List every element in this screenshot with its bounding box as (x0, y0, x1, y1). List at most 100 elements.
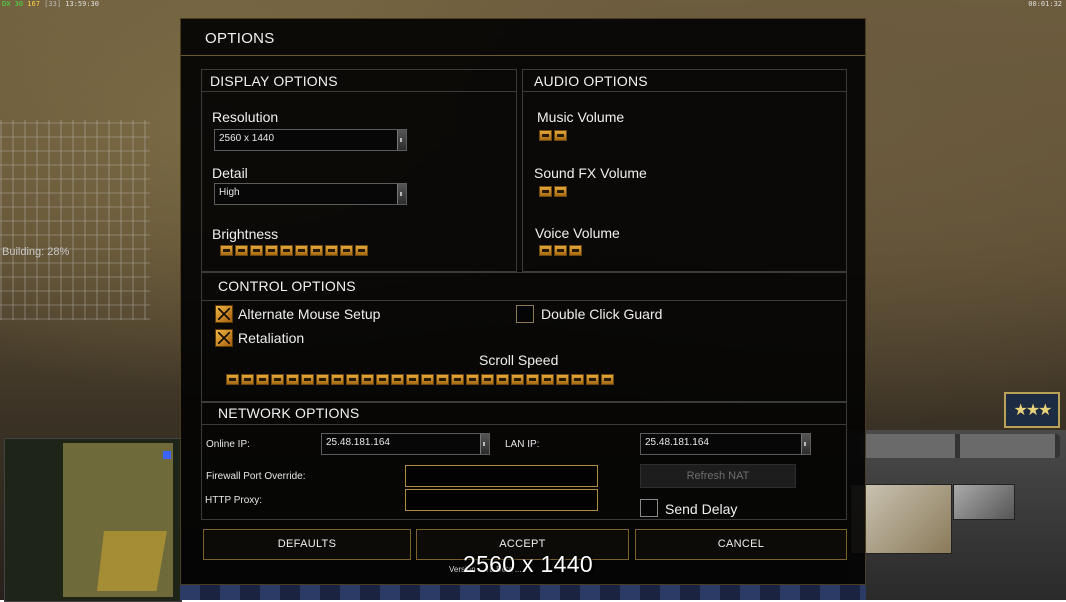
slider-segment[interactable] (481, 374, 494, 385)
slider-segment[interactable] (556, 374, 569, 385)
slider-segment[interactable] (539, 245, 552, 256)
slider-segment[interactable] (541, 374, 554, 385)
slider-segment[interactable] (361, 374, 374, 385)
defaults-button[interactable]: DEFAULTS (203, 529, 411, 560)
slider-segment[interactable] (325, 245, 338, 256)
slider-segment[interactable] (451, 374, 464, 385)
slider-segment[interactable] (554, 186, 567, 197)
building-scaffold (0, 120, 150, 320)
slider-segment[interactable] (220, 245, 233, 256)
sfx-volume-label: Sound FX Volume (534, 165, 647, 181)
slider-segment[interactable] (286, 374, 299, 385)
slider-segment[interactable] (586, 374, 599, 385)
brightness-slider[interactable] (220, 245, 370, 257)
slider-segment[interactable] (436, 374, 449, 385)
alt-mouse-checkbox[interactable] (215, 305, 233, 323)
fps-counter: DX 30 167 [33] 13:59:30 (2, 0, 99, 8)
slider-segment[interactable] (355, 245, 368, 256)
cancel-button[interactable]: CANCEL (635, 529, 847, 560)
general-rank-icon[interactable]: ★★★ (1004, 392, 1060, 428)
brightness-label: Brightness (212, 226, 279, 242)
send-delay-label[interactable]: Send Delay (665, 501, 737, 517)
slider-segment[interactable] (331, 374, 344, 385)
slider-segment[interactable] (271, 374, 284, 385)
retaliation-checkbox[interactable] (215, 329, 233, 347)
refresh-nat-button[interactable]: Refresh NAT (640, 464, 796, 488)
slider-segment[interactable] (421, 374, 434, 385)
send-delay-checkbox[interactable] (640, 499, 658, 517)
slider-segment[interactable] (571, 374, 584, 385)
online-ip-label: Online IP: (206, 439, 250, 450)
audio-options-header: AUDIO OPTIONS (523, 70, 846, 92)
slider-segment[interactable] (265, 245, 278, 256)
online-ip-dropdown[interactable]: 25.48.181.164 (321, 433, 490, 455)
resolution-dropdown[interactable]: 2560 x 1440 (214, 129, 407, 151)
slider-segment[interactable] (226, 374, 239, 385)
detail-label: Detail (212, 165, 248, 181)
music-volume-label: Music Volume (537, 109, 625, 125)
lan-ip-label: LAN IP: (505, 439, 540, 450)
slider-segment[interactable] (316, 374, 329, 385)
http-proxy-input[interactable] (405, 489, 598, 511)
double-click-guard-checkbox[interactable] (516, 305, 534, 323)
fps-green: DX 30 (2, 0, 24, 8)
slider-segment[interactable] (406, 374, 419, 385)
firewall-port-input[interactable] (405, 465, 598, 487)
scroll-speed-slider[interactable] (226, 374, 616, 386)
scroll-speed-label: Scroll Speed (479, 352, 559, 368)
slider-segment[interactable] (554, 245, 567, 256)
retaliation-label[interactable]: Retaliation (238, 330, 304, 346)
dropdown-arrow-icon[interactable] (480, 434, 489, 454)
display-options-panel: DISPLAY OPTIONS Resolution 2560 x 1440 D… (201, 69, 517, 272)
firewall-port-label: Firewall Port Override: (206, 471, 306, 482)
double-click-guard-label[interactable]: Double Click Guard (541, 306, 662, 322)
title-divider (181, 55, 865, 56)
slider-segment[interactable] (376, 374, 389, 385)
slider-segment[interactable] (310, 245, 323, 256)
minimap[interactable] (4, 438, 182, 602)
slider-segment[interactable] (301, 374, 314, 385)
music-volume-slider[interactable] (539, 130, 569, 142)
slider-segment[interactable] (496, 374, 509, 385)
detail-dropdown[interactable]: High (214, 183, 407, 205)
display-options-header: DISPLAY OPTIONS (202, 70, 516, 92)
slider-segment[interactable] (250, 245, 263, 256)
slider-segment[interactable] (295, 245, 308, 256)
slider-segment[interactable] (280, 245, 293, 256)
slider-segment[interactable] (539, 130, 552, 141)
slider-segment[interactable] (391, 374, 404, 385)
slider-segment[interactable] (340, 245, 353, 256)
unit-portrait-secondary[interactable] (953, 484, 1015, 520)
slider-segment[interactable] (526, 374, 539, 385)
build-queue-strip (180, 585, 866, 600)
slider-segment[interactable] (256, 374, 269, 385)
control-options-header: CONTROL OPTIONS (202, 273, 846, 301)
alt-mouse-label[interactable]: Alternate Mouse Setup (238, 306, 380, 322)
http-proxy-label: HTTP Proxy: (205, 495, 263, 506)
dropdown-arrow-icon[interactable] (397, 184, 406, 204)
slider-segment[interactable] (346, 374, 359, 385)
sfx-volume-slider[interactable] (539, 186, 569, 198)
slider-segment[interactable] (554, 130, 567, 141)
resolution-label: Resolution (212, 109, 279, 125)
dropdown-arrow-icon[interactable] (397, 130, 406, 150)
game-timer: 00:01:32 (1028, 0, 1062, 8)
resolution-value: 2560 x 1440 (219, 133, 275, 144)
slider-segment[interactable] (235, 245, 248, 256)
slider-segment[interactable] (241, 374, 254, 385)
slider-segment[interactable] (569, 245, 582, 256)
fps-yellow: 167 (27, 0, 40, 8)
slider-segment[interactable] (511, 374, 524, 385)
dropdown-arrow-icon[interactable] (801, 434, 810, 454)
slider-segment[interactable] (466, 374, 479, 385)
minimap-unit-marker (163, 451, 171, 459)
slider-segment[interactable] (539, 186, 552, 197)
resolution-overlay: 2560 x 1440 (463, 551, 593, 577)
command-tabs (860, 434, 1060, 458)
lan-ip-dropdown[interactable]: 25.48.181.164 (640, 433, 811, 455)
online-ip-value: 25.48.181.164 (326, 437, 390, 448)
voice-volume-slider[interactable] (539, 245, 584, 257)
options-dialog: OPTIONS DISPLAY OPTIONS Resolution 2560 … (180, 18, 866, 585)
slider-segment[interactable] (601, 374, 614, 385)
network-options-header: NETWORK OPTIONS (202, 403, 846, 425)
